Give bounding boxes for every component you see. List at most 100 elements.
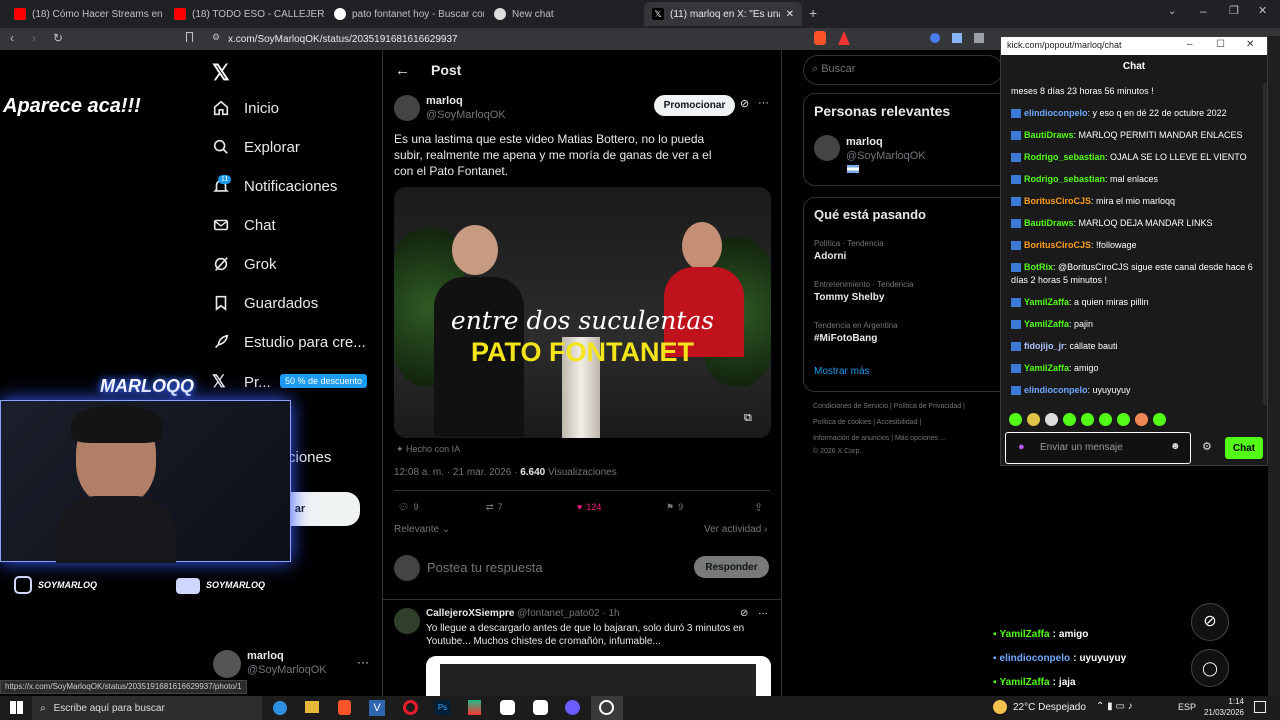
- chat-username[interactable]: BautiDraws: [1024, 218, 1074, 228]
- taskbar-search[interactable]: ⌕ Escribe aquí para buscar: [32, 696, 262, 720]
- avatar[interactable]: [394, 95, 420, 121]
- emote-icon[interactable]: [1009, 413, 1022, 426]
- emoji-icon[interactable]: ☻: [1170, 441, 1181, 452]
- more-options-icon[interactable]: ···: [758, 608, 768, 619]
- chat-username[interactable]: YamilZaffa: [1024, 319, 1069, 329]
- language-indicator[interactable]: ESP: [1178, 702, 1196, 712]
- x-logo-icon[interactable]: 𝕏: [212, 60, 230, 86]
- tab-search-icon[interactable]: ⌄: [1168, 6, 1176, 17]
- sidebar-item-premium[interactable]: 𝕏 Pr...: [212, 372, 271, 392]
- trend-item[interactable]: Tommy Shelby: [814, 292, 884, 303]
- reply-image[interactable]: [426, 656, 771, 696]
- chat-input[interactable]: ● Enviar un mensaje ☻: [1005, 432, 1191, 464]
- chat-username[interactable]: Rodrigo_sebastian: [1024, 174, 1105, 184]
- more-options-icon[interactable]: ···: [357, 655, 369, 669]
- close-tab-icon[interactable]: ✕: [786, 9, 794, 20]
- chat-username[interactable]: elindioconpelo: [1024, 385, 1088, 395]
- minimize-icon[interactable]: –: [1187, 39, 1193, 50]
- avatar[interactable]: [814, 135, 840, 161]
- chat-message[interactable]: YamilZaffa: amigo: [1001, 360, 1263, 377]
- chat-message[interactable]: elindioconpelo: uyuyuyuy: [1001, 382, 1263, 399]
- browser-tab-1[interactable]: (18) Cómo Hacer Streams en Kick (C: [6, 2, 164, 26]
- emote-icon[interactable]: [1135, 413, 1148, 426]
- author-handle[interactable]: @SoyMarloqOK: [426, 109, 506, 121]
- reply-input[interactable]: Postea tu respuesta: [427, 560, 543, 575]
- tray-icons[interactable]: ⌃ ▮ ▭ ♪: [1096, 701, 1133, 712]
- emote-icon[interactable]: [1045, 413, 1058, 426]
- chat-message[interactable]: Rodrigo_sebastian: OJALA SE LO LLEVE EL …: [1001, 149, 1263, 166]
- maximize-icon[interactable]: ❐: [1229, 4, 1239, 17]
- post-image[interactable]: entre dos suculentas PATO FONTANET ⧉: [394, 187, 771, 438]
- sort-relevance[interactable]: Relevante ⌄: [394, 524, 450, 535]
- chat-message[interactable]: BotRix: @BoritusCiroCJS sigue este canal…: [1001, 259, 1263, 289]
- clock[interactable]: 1:14 21/03/2026: [1200, 696, 1244, 718]
- sidebar-item-grok[interactable]: Grok: [212, 255, 277, 273]
- sidebar-item-explorar[interactable]: Explorar: [212, 138, 300, 156]
- extension-icon[interactable]: [952, 33, 962, 43]
- footer-links[interactable]: Política de cookies | Accesibilidad |: [813, 419, 921, 426]
- weather-text[interactable]: 22°C Despejado: [1013, 702, 1086, 713]
- emote-icon[interactable]: [1153, 413, 1166, 426]
- chat-username[interactable]: BoritusCiroCJS: [1024, 196, 1091, 206]
- microphone-icon[interactable]: ●: [1018, 441, 1025, 453]
- photoshop-icon[interactable]: Ps: [435, 700, 450, 715]
- file-explorer-icon[interactable]: [305, 701, 319, 713]
- grok-icon[interactable]: ⊘: [740, 608, 748, 619]
- brave-icon[interactable]: [338, 700, 351, 715]
- minimize-icon[interactable]: –: [1200, 4, 1207, 18]
- grok-floating-icon[interactable]: ⊘: [1191, 603, 1229, 641]
- reply-button[interactable]: Responder: [694, 556, 769, 578]
- browser-tab-3[interactable]: pato fontanet hoy - Buscar con Goo: [326, 2, 484, 26]
- reply-author[interactable]: CallejeroXSiempre @fontanet_pato02 · 1h: [426, 608, 620, 619]
- bookmark-action[interactable]: ⚑ 9: [666, 502, 683, 513]
- footer-links[interactable]: Información de anuncios | Más opciones .…: [813, 435, 946, 442]
- view-activity-link[interactable]: Ver actividad ›: [704, 524, 767, 535]
- app-icon[interactable]: [468, 700, 481, 715]
- capcut-icon[interactable]: [500, 700, 515, 715]
- reload-icon[interactable]: ↻: [53, 31, 63, 45]
- chat-message[interactable]: BoritusCiroCJS: mira el mio marloqq: [1001, 193, 1263, 210]
- emote-icon[interactable]: [1117, 413, 1130, 426]
- relevant-name[interactable]: marloq: [846, 136, 883, 148]
- capcut-icon[interactable]: [533, 700, 548, 715]
- messages-floating-icon[interactable]: ◯: [1191, 649, 1229, 687]
- close-window-icon[interactable]: ✕: [1258, 4, 1267, 17]
- sidebar-item-guardados[interactable]: Guardados: [212, 294, 318, 312]
- chat-username[interactable]: fidojijo_jr: [1024, 341, 1065, 351]
- footer-links[interactable]: Condiciones de Servicio | Política de Pr…: [813, 403, 965, 410]
- show-more-link[interactable]: Mostrar más: [814, 366, 870, 377]
- chat-username[interactable]: BotRix: [1024, 262, 1053, 272]
- chat-message[interactable]: meses 8 días 23 horas 56 minutos !: [1001, 83, 1263, 100]
- search-input[interactable]: ⌕ Buscar: [812, 63, 855, 76]
- share-icon[interactable]: ⇪: [754, 501, 763, 514]
- windows-start-icon[interactable]: [10, 701, 23, 714]
- notifications-icon[interactable]: [1254, 701, 1266, 713]
- chat-username[interactable]: Rodrigo_sebastian: [1024, 152, 1105, 162]
- avatar[interactable]: [394, 608, 420, 634]
- edge-icon[interactable]: [273, 701, 287, 715]
- chat-message[interactable]: BoritusCiroCJS: !followage: [1001, 237, 1263, 254]
- chat-username[interactable]: YamilZaffa: [1024, 363, 1069, 373]
- chat-message[interactable]: BautiDraws: MARLOQ DEJA MANDAR LINKS: [1001, 215, 1263, 232]
- new-tab-icon[interactable]: +: [809, 5, 817, 21]
- extension-icon[interactable]: [974, 33, 984, 43]
- author-name[interactable]: marloq: [426, 95, 463, 107]
- browser-tab-4[interactable]: New chat: [486, 2, 644, 26]
- emote-icon[interactable]: [1081, 413, 1094, 426]
- chat-scrollbar[interactable]: [1263, 83, 1267, 405]
- chat-message[interactable]: fidojijo_jr: cállate bauti: [1001, 338, 1263, 355]
- site-info-icon[interactable]: ⚙: [212, 32, 220, 43]
- chat-message-list[interactable]: meses 8 días 23 horas 56 minutos ! elindi…: [1001, 83, 1263, 405]
- close-icon[interactable]: ✕: [1246, 39, 1254, 50]
- back-icon[interactable]: ‹: [10, 31, 14, 45]
- vscode-icon[interactable]: V: [369, 700, 385, 716]
- chat-message[interactable]: YamilZaffa: pajin: [1001, 316, 1263, 333]
- chat-message[interactable]: elindioconpelo: y eso q en dé 22 de octu…: [1001, 105, 1263, 122]
- chat-message[interactable]: YamilZaffa: a quien miras pillin: [1001, 294, 1263, 311]
- sidebar-item-estudio[interactable]: Estudio para cre...: [212, 333, 366, 351]
- chat-username[interactable]: elindioconpelo: [1024, 108, 1088, 118]
- sidebar-item-chat[interactable]: Chat: [212, 216, 276, 234]
- reply-action[interactable]: 💬︎ 9: [398, 502, 418, 513]
- discord-icon[interactable]: [565, 700, 580, 715]
- ai-badge-icon[interactable]: ⧉: [744, 412, 752, 425]
